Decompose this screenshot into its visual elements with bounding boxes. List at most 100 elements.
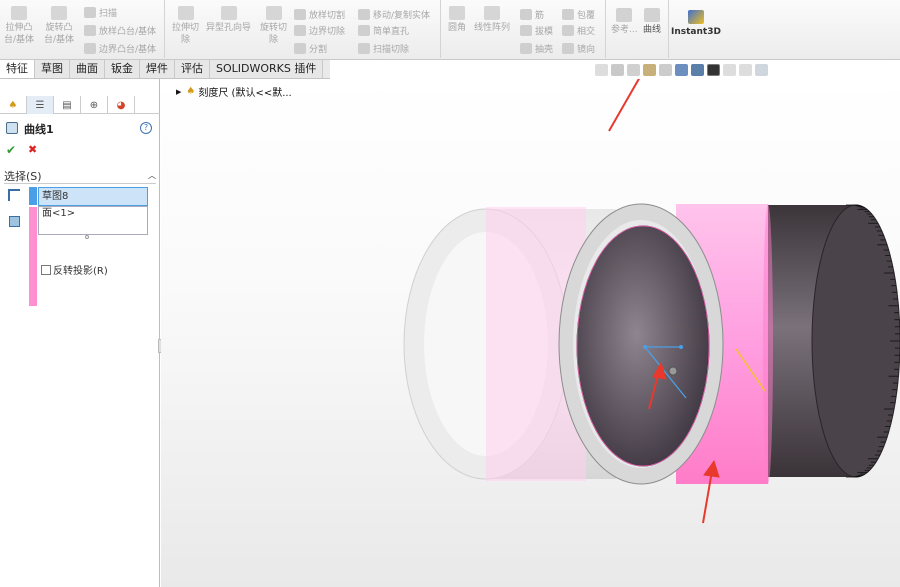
tab-weldments[interactable]: 焊件 — [140, 60, 175, 78]
move-copy-icon — [358, 8, 370, 20]
hole-wizard-button[interactable]: 异型孔向导 — [206, 6, 251, 34]
fillet-icon — [449, 6, 465, 20]
instant3d-button[interactable]: Instant3D — [671, 10, 721, 38]
resize-handle[interactable] — [85, 235, 89, 239]
reference-geometry-button[interactable]: 参考... — [611, 8, 638, 36]
tab-surfaces[interactable]: 曲面 — [70, 60, 105, 78]
section-title: 选择(S) — [4, 169, 42, 183]
tab-evaluate[interactable]: 评估 — [175, 60, 210, 78]
model-view[interactable] — [161, 79, 900, 587]
extrude-cut-button[interactable]: 拉伸切 除 — [172, 6, 199, 46]
sketch-selection-item[interactable]: 草图8 — [39, 191, 68, 202]
sketch-selection-box[interactable]: 草图8 — [38, 187, 148, 206]
display-style-icon[interactable] — [691, 64, 704, 76]
fillet-button[interactable]: 圆角 — [448, 6, 466, 34]
reverse-projection-checkbox[interactable] — [41, 264, 51, 275]
tab-sheet-metal[interactable]: 钣金 — [105, 60, 140, 78]
hole-wizard-icon — [220, 6, 237, 20]
swept-cut-button[interactable]: 扫描切除 — [358, 40, 409, 56]
reverse-projection-option[interactable]: 反转投影(R) — [41, 262, 108, 277]
edit-appearance-icon[interactable] — [723, 64, 736, 76]
view-orientation-icon[interactable] — [675, 64, 688, 76]
revolve-boss-button[interactable]: 旋转凸 台/基体 — [44, 6, 74, 46]
simple-hole-icon — [358, 24, 370, 36]
property-manager-title: 曲线1 — [24, 123, 54, 136]
split-button[interactable]: 分割 — [294, 40, 327, 56]
heads-up-view-toolbar — [595, 62, 768, 78]
draft-icon — [520, 24, 532, 36]
sweep-button[interactable]: 扫描 — [84, 4, 117, 20]
flyout-feature-tree[interactable]: ▶ ♠ 刻度尺 (默认<<默... — [176, 84, 292, 99]
property-list-icon: ☰ — [35, 99, 45, 111]
ribbon-group-cut: 拉伸切 除 异型孔向导 旋转切 除 放样切割 边界切除 分割 移动/复制实体 简… — [166, 0, 441, 58]
feature-tree-icon: ♠ — [8, 99, 18, 111]
collapse-chevron-icon: ︿ — [148, 171, 156, 180]
linear-pattern-button[interactable]: 线性阵列 — [474, 6, 510, 34]
boundary-cut-icon — [294, 24, 306, 36]
shell-button[interactable]: 抽壳 — [520, 40, 553, 56]
sketch-selector-icon — [8, 189, 20, 201]
help-button[interactable]: ? — [140, 122, 152, 134]
dimxpert-tab[interactable]: ⊕ — [81, 96, 108, 114]
swept-cut-icon — [358, 42, 370, 54]
rib-icon — [520, 8, 532, 20]
graphics-area[interactable] — [161, 79, 900, 587]
loft-cut-button[interactable]: 放样切割 — [294, 6, 345, 22]
revolve-boss-icon — [51, 6, 68, 20]
revolve-cut-button[interactable]: 旋转切 除 — [260, 6, 287, 46]
cancel-button[interactable]: ✖ — [28, 143, 37, 156]
mirror-button[interactable]: 镜向 — [562, 40, 595, 56]
loft-icon — [84, 24, 96, 36]
move-copy-button[interactable]: 移动/复制实体 — [358, 6, 430, 22]
draft-button[interactable]: 拔模 — [520, 22, 553, 38]
command-manager-tabs: 特征 草图 曲面 钣金 焊件 评估 SOLIDWORKS 插件 — [0, 60, 330, 79]
extrude-boss-button[interactable]: 拉伸凸 台/基体 — [4, 6, 34, 46]
face-color-swatch — [29, 207, 37, 306]
configuration-tab[interactable]: ▤ — [54, 96, 81, 114]
tab-features[interactable]: 特征 — [0, 60, 35, 78]
boundary-boss-button[interactable]: 边界凸台/基体 — [84, 40, 156, 56]
property-manager-tab[interactable]: ☰ — [27, 96, 54, 114]
tab-sketch[interactable]: 草图 — [35, 60, 70, 78]
previous-view-icon[interactable] — [627, 64, 640, 76]
apply-scene-icon[interactable] — [739, 64, 752, 76]
boundary-cut-button[interactable]: 边界切除 — [294, 22, 345, 38]
configuration-icon: ▤ — [62, 99, 72, 111]
view-settings-icon[interactable] — [755, 64, 768, 76]
display-tab[interactable]: ◕ — [108, 96, 135, 114]
sketch-color-swatch — [29, 187, 37, 205]
face-selection-item[interactable]: 面<1> — [39, 208, 75, 219]
hide-show-items-icon[interactable] — [707, 64, 720, 76]
extrude-boss-icon — [11, 6, 28, 20]
zoom-to-fit-icon[interactable] — [595, 64, 608, 76]
dynamic-annotation-icon[interactable] — [659, 64, 672, 76]
front-ring[interactable] — [558, 203, 724, 485]
part-name[interactable]: 刻度尺 (默认<<默... — [198, 84, 291, 99]
simple-hole-button[interactable]: 简单直孔 — [358, 22, 409, 38]
ribbon-group-boss: 拉伸凸 台/基体 旋转凸 台/基体 扫描 放样凸台/基体 边界凸台/基体 — [0, 0, 165, 58]
instant3d-icon — [687, 10, 704, 24]
feature-tree-tab[interactable]: ♠ — [0, 96, 27, 114]
rib-button[interactable]: 筋 — [520, 6, 544, 22]
selection-section-header[interactable]: 选择(S) ︿ — [4, 168, 156, 184]
reverse-projection-label: 反转投影(R) — [53, 266, 108, 277]
extrude-cut-icon — [177, 6, 194, 20]
face-selector-icon — [9, 216, 20, 227]
loft-boss-button[interactable]: 放样凸台/基体 — [84, 22, 156, 38]
section-view-icon[interactable] — [643, 64, 656, 76]
part-icon: ♠ — [186, 86, 196, 97]
face-selection-box[interactable]: 面<1> — [38, 206, 148, 235]
intersect-button[interactable]: 相交 — [562, 22, 595, 38]
tab-addins[interactable]: SOLIDWORKS 插件 — [210, 60, 324, 78]
wrap-button[interactable]: 包覆 — [562, 6, 595, 22]
property-manager-panel: ♠ ☰ ▤ ⊕ ◕ 曲线1 ? ✔ ✖ 选择(S) ︿ 草图8 面<1> 反转投… — [0, 79, 164, 587]
curves-button[interactable]: 曲线 — [643, 8, 661, 36]
command-ribbon: 拉伸凸 台/基体 旋转凸 台/基体 扫描 放样凸台/基体 边界凸台/基体 拉伸切… — [0, 0, 900, 60]
ok-button[interactable]: ✔ — [6, 143, 16, 157]
expand-arrow-icon[interactable]: ▶ — [176, 88, 181, 96]
shell-icon — [520, 42, 532, 54]
intersect-icon — [562, 24, 574, 36]
zoom-area-icon[interactable] — [611, 64, 624, 76]
sweep-icon — [84, 6, 96, 18]
color-wheel-icon: ◕ — [116, 99, 126, 111]
